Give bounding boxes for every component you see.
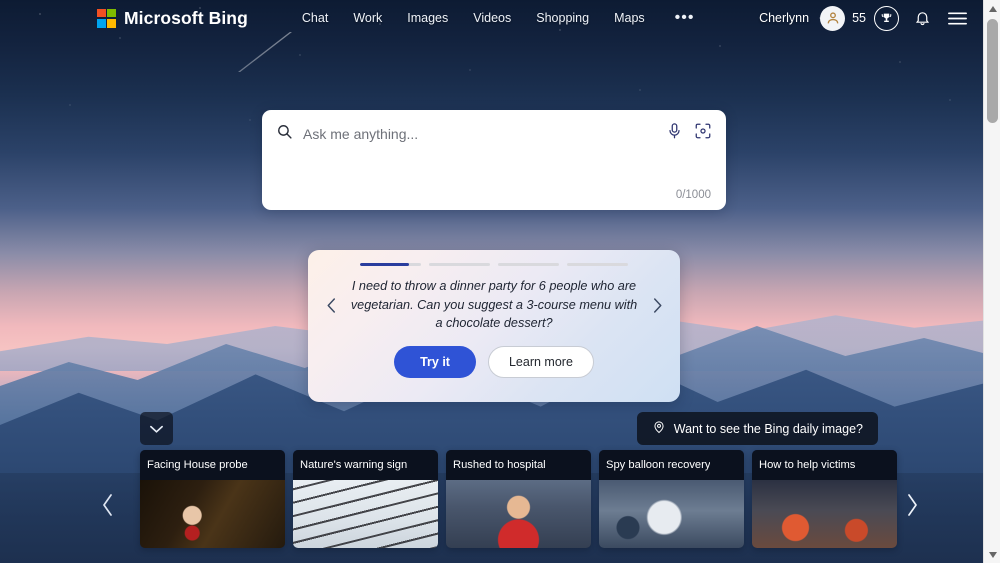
- try-it-button[interactable]: Try it: [394, 346, 476, 378]
- news-card-header: Facing House probe: [140, 450, 285, 480]
- news-next-button[interactable]: [892, 480, 932, 530]
- news-headline: How to help victims: [759, 459, 856, 471]
- nav-item-images[interactable]: Images: [407, 11, 448, 25]
- news-card-header: How to help victims: [752, 450, 897, 480]
- scroll-down-arrow-icon[interactable]: [984, 546, 1000, 563]
- user-avatar-icon[interactable]: [820, 5, 846, 31]
- news-thumbnail: [599, 480, 744, 548]
- scroll-up-arrow-icon[interactable]: [984, 0, 1000, 17]
- hamburger-menu-icon[interactable]: [945, 6, 969, 30]
- carousel-progress-segment-4[interactable]: [567, 263, 628, 266]
- bing-homepage: Microsoft Bing Chat Work Images Videos S…: [0, 0, 1000, 563]
- news-card[interactable]: Rushed to hospital: [446, 450, 591, 548]
- nav-item-work[interactable]: Work: [353, 11, 382, 25]
- carousel-progress-segment-3[interactable]: [498, 263, 559, 266]
- character-counter: 0/1000: [675, 189, 711, 201]
- top-navigation-bar: Microsoft Bing Chat Work Images Videos S…: [0, 0, 983, 36]
- news-card[interactable]: Spy balloon recovery: [599, 450, 744, 548]
- header-actions: Cherlynn 55: [759, 5, 969, 31]
- microsoft-logo-icon: [97, 8, 116, 28]
- news-thumbnail: [140, 480, 285, 548]
- nav-item-videos[interactable]: Videos: [473, 11, 511, 25]
- rewards-points-count: 55: [852, 11, 866, 25]
- search-box[interactable]: 0/1000: [262, 110, 726, 210]
- bing-logo-link[interactable]: Microsoft Bing: [97, 8, 248, 29]
- bing-daily-image-prompt[interactable]: Want to see the Bing daily image?: [636, 412, 878, 445]
- location-pin-icon: [652, 420, 666, 437]
- suggestion-carousel-card: I need to throw a dinner party for 6 peo…: [308, 250, 680, 402]
- user-name: Cherlynn: [759, 11, 810, 25]
- carousel-progress-segment-2[interactable]: [429, 263, 490, 266]
- visual-search-camera-icon[interactable]: [694, 122, 712, 145]
- news-prev-button[interactable]: [88, 480, 128, 530]
- news-thumbnail: [446, 480, 591, 548]
- scrollbar-thumb[interactable]: [987, 19, 998, 123]
- nav-item-maps[interactable]: Maps: [614, 11, 645, 25]
- nav-item-shopping[interactable]: Shopping: [536, 11, 589, 25]
- search-actions: [667, 122, 712, 145]
- carousel-prev-button[interactable]: [318, 296, 344, 315]
- learn-more-button[interactable]: Learn more: [487, 346, 594, 378]
- news-thumbnail: [293, 480, 438, 548]
- carousel-progress-indicators: [308, 250, 680, 266]
- news-headline: Facing House probe: [147, 459, 248, 471]
- microphone-icon[interactable]: [667, 122, 682, 145]
- nav-more-icon[interactable]: •••: [675, 10, 695, 26]
- news-card[interactable]: Facing House probe: [140, 450, 285, 548]
- news-headline: Rushed to hospital: [453, 459, 546, 471]
- news-headline: Nature's warning sign: [300, 459, 408, 471]
- search-input[interactable]: [303, 123, 657, 144]
- main-nav: Chat Work Images Videos Shopping Maps ••…: [302, 10, 695, 26]
- nav-item-chat[interactable]: Chat: [302, 11, 328, 25]
- news-carousel: Facing House probe Nature's warning sign…: [140, 450, 897, 548]
- news-card-header: Rushed to hospital: [446, 450, 591, 480]
- carousel-progress-segment-1[interactable]: [360, 263, 421, 266]
- news-thumbnail: [752, 480, 897, 548]
- trophy-badge-icon[interactable]: [874, 5, 899, 31]
- news-card-header: Spy balloon recovery: [599, 450, 744, 480]
- search-row: [262, 110, 726, 145]
- page-scrollbar[interactable]: [983, 0, 1000, 563]
- brand-name: Microsoft Bing: [124, 7, 248, 28]
- bell-icon[interactable]: [910, 6, 934, 30]
- carousel-next-button[interactable]: [644, 296, 670, 315]
- news-headline: Spy balloon recovery: [606, 459, 711, 471]
- collapse-news-button[interactable]: [140, 412, 173, 445]
- suggestion-prompt-text: I need to throw a dinner party for 6 peo…: [350, 278, 638, 331]
- suggestion-buttons: Try it Learn more: [308, 346, 680, 378]
- news-card-header: Nature's warning sign: [293, 450, 438, 480]
- daily-image-label: Want to see the Bing daily image?: [673, 421, 863, 436]
- search-icon: [276, 123, 293, 145]
- suggestion-body: I need to throw a dinner party for 6 peo…: [308, 266, 680, 344]
- news-card[interactable]: Nature's warning sign: [293, 450, 438, 548]
- news-card[interactable]: How to help victims: [752, 450, 897, 548]
